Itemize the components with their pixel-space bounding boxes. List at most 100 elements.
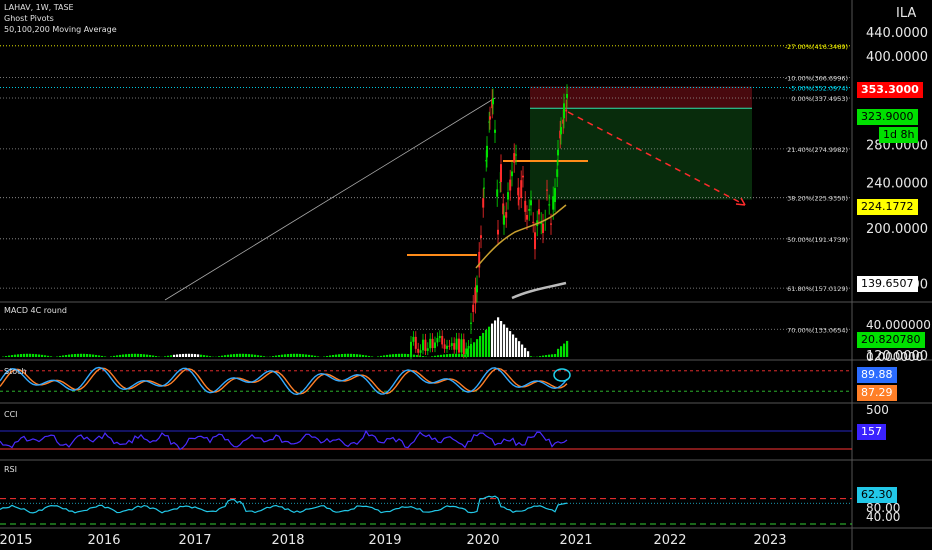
macd-histogram-bar [539, 356, 542, 357]
rsi-pane-title[interactable]: RSI [4, 465, 17, 474]
candle-body-52 [515, 154, 517, 156]
candle-body-16 [448, 345, 451, 347]
macd-histogram-bar [203, 355, 206, 357]
chart-canvas[interactable]: 440.0000400.0000280.0000240.0000200.0000… [0, 0, 932, 550]
ma200-badge: 139.6507 [857, 276, 918, 292]
candle-body-6 [424, 339, 427, 351]
macd-histogram-bar [8, 355, 11, 357]
macd-histogram-bar [113, 355, 116, 357]
macd-histogram-bar [29, 353, 32, 357]
macd-histogram-bar [251, 354, 254, 357]
macd-histogram-bar [194, 354, 197, 357]
macd-histogram-bar [311, 355, 314, 357]
macd-histogram-bar [392, 354, 395, 357]
x-tick-label-3: 2018 [271, 533, 304, 548]
price-tick-label-4: 200.0000 [866, 222, 928, 237]
fib-level-label-6: 50.00%(191.4739) [787, 236, 848, 244]
candle-body-18 [453, 343, 456, 350]
macd-histogram-bar [296, 353, 299, 357]
x-tick-label-7: 2022 [653, 533, 686, 548]
macd-histogram-bar [152, 355, 155, 357]
candle-body-55 [520, 180, 523, 198]
macd-histogram-bar [506, 327, 509, 357]
last-price-badge: 323.9000 [857, 109, 918, 125]
macd-histogram-bar [386, 354, 389, 357]
macd-histogram-bar [92, 354, 95, 357]
macd-histogram-bar [278, 355, 281, 357]
macd-histogram-bar [179, 354, 182, 357]
fib-level-label-0: -27.00%(416.3469) [785, 43, 848, 51]
macd-histogram-bar [470, 345, 473, 357]
macd-histogram-bar [5, 356, 8, 357]
indicator-moving-average[interactable]: 50,100,200 Moving Average [4, 25, 117, 35]
macd-histogram-bar [431, 356, 434, 357]
macd-histogram-bar [32, 353, 35, 357]
candle-body-64 [538, 209, 540, 215]
macd-histogram-bar [365, 355, 368, 357]
candle-body-54 [518, 197, 520, 200]
macd-histogram-bar [473, 342, 476, 357]
candle-body-76 [560, 127, 562, 135]
macd-histogram-bar [173, 354, 176, 357]
stoch-pane-title[interactable]: Stoch [4, 367, 27, 376]
candle-body-8 [429, 338, 432, 349]
candle-body-44 [500, 164, 502, 182]
candle-body-35 [486, 145, 488, 158]
candle-body-46 [503, 215, 505, 225]
candle-body-71 [552, 196, 555, 210]
macd-histogram-bar [89, 354, 92, 357]
macd-histogram-bar [185, 353, 188, 357]
fib-level-label-3: 0.00%(337.4953) [791, 95, 848, 103]
cci-pane-title[interactable]: CCI [4, 410, 18, 419]
macd-pane-title[interactable]: MACD 4C round [4, 306, 67, 315]
macd-histogram-bar [101, 355, 104, 357]
target-price-badge: 353.3000 [857, 82, 923, 98]
macd-value-badge: 20.820780 [857, 332, 925, 348]
indicator-ghost-pivots[interactable]: Ghost Pivots [4, 14, 54, 24]
macd-histogram-bar [284, 354, 287, 357]
macd-histogram-bar [149, 355, 152, 357]
macd-histogram-bar [188, 353, 191, 357]
bar-countdown-badge: 1d 8h [879, 127, 919, 143]
symbol-title: LAHAV, 1W, TASE [4, 3, 74, 12]
macd-histogram-bar [512, 334, 515, 357]
macd-histogram-bar [230, 354, 233, 357]
macd-histogram-bar [524, 347, 527, 357]
trend-line [164, 97, 496, 301]
macd-histogram-bar [413, 354, 416, 357]
candle-body-48 [507, 192, 509, 200]
macd-histogram-bar [341, 354, 344, 357]
macd-histogram-bar [164, 356, 167, 357]
macd-histogram-bar [566, 340, 569, 357]
macd-histogram-bar [71, 354, 74, 357]
candle-body-4 [419, 350, 422, 353]
macd-histogram-bar [242, 353, 245, 357]
candle-body-51 [513, 153, 516, 163]
macd-histogram-bar [332, 354, 335, 357]
x-tick-label-2: 2017 [178, 533, 211, 548]
macd-histogram-bar [494, 320, 497, 357]
macd-histogram-bar [338, 354, 341, 357]
macd-histogram-bar [191, 353, 194, 357]
candle-body-39 [492, 98, 494, 105]
macd-histogram-bar [299, 353, 302, 357]
macd-histogram-bar [167, 355, 170, 357]
macd-histogram-bar [176, 354, 179, 357]
macd-histogram-bar [182, 353, 185, 357]
candle-body-17 [450, 343, 453, 346]
macd-histogram-bar [77, 353, 80, 357]
macd-histogram-bar [335, 354, 338, 357]
macd-histogram-bar [353, 353, 356, 357]
candle-body-2 [414, 336, 417, 349]
candle-body-1 [412, 336, 415, 342]
macd-histogram-bar [23, 353, 26, 357]
macd-histogram-bar [257, 355, 260, 357]
candle-body-47 [505, 212, 508, 218]
candle-body-5 [422, 339, 424, 351]
macd-tick-label-1: 0.000000 [866, 350, 923, 364]
macd-histogram-bar [419, 355, 422, 357]
macd-histogram-bar [20, 354, 23, 357]
macd-histogram-bar [17, 354, 20, 357]
macd-histogram-bar [104, 356, 107, 357]
macd-histogram-bar [560, 346, 563, 357]
